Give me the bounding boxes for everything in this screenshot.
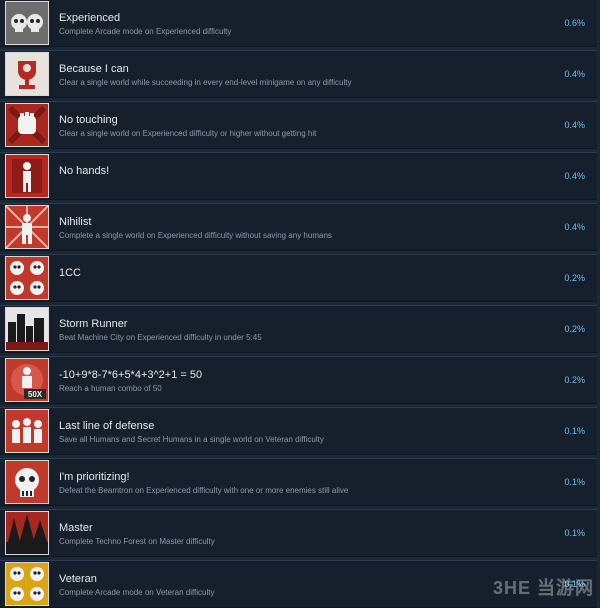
achievement-description: Save all Humans and Secret Humans in a s… [59, 435, 324, 444]
achievement-title: 1CC [59, 267, 82, 279]
achievement-percent: 0.1% [564, 477, 585, 487]
achievement-row[interactable]: Storm Runner Beat Machine City on Experi… [0, 305, 597, 353]
achievement-title: Last line of defense [59, 420, 155, 432]
fist-icon [5, 103, 49, 147]
achievement-title: I'm prioritizing! [59, 471, 130, 483]
achievement-title: Nihilist [59, 216, 92, 228]
achievement-row[interactable]: No hands! 0.4% [0, 152, 597, 200]
achievement-title: -10+9*8-7*6+5*4+3^2+1 = 50 [59, 369, 203, 381]
achievement-description: Beat Machine City on Experienced difficu… [59, 333, 262, 342]
achievement-percent: 0.6% [564, 18, 585, 28]
achievement-description: Complete Techno Forest on Master difficu… [59, 537, 215, 546]
achievement-row[interactable]: Experienced Complete Arcade mode on Expe… [0, 0, 597, 47]
achievement-percent: 0.4% [564, 120, 585, 130]
achievement-row[interactable]: I'm prioritizing! Defeat the Beamtron on… [0, 458, 597, 506]
achievement-description: Complete a single world on Experienced d… [59, 231, 332, 240]
combo-50-icon: 50X [5, 358, 49, 402]
achievement-row[interactable]: 50X -10+9*8-7*6+5*4+3^2+1 = 50 Reach a h… [0, 356, 597, 404]
achievement-title: Storm Runner [59, 318, 128, 330]
trophy-icon [5, 52, 49, 96]
achievement-row[interactable]: Because I can Clear a single world while… [0, 50, 597, 98]
site-watermark: 3HE 当游网 [492, 578, 594, 598]
achievement-percent: 0.2% [564, 273, 585, 283]
achievement-title: Because I can [59, 63, 129, 75]
figure-rays-icon [5, 205, 49, 249]
achievement-row[interactable]: No touching Clear a single world on Expe… [0, 101, 597, 149]
humans-group-icon [5, 409, 49, 453]
achievement-row[interactable]: Master Complete Techno Forest on Master … [0, 509, 597, 557]
achievement-row[interactable]: Last line of defense Save all Humans and… [0, 407, 597, 455]
achievement-percent: 0.4% [564, 69, 585, 79]
achievement-description: Clear a single world on Experienced diff… [59, 129, 317, 138]
robot-skull-icon [5, 460, 49, 504]
achievement-row[interactable]: 1CC 0.2% [0, 254, 597, 302]
achievement-description: Reach a human combo of 50 [59, 384, 162, 393]
city-icon [5, 307, 49, 351]
four-skulls-icon [5, 256, 49, 300]
achievement-description: Defeat the Beamtron on Experienced diffi… [59, 486, 349, 495]
achievement-row[interactable]: Nihilist Complete a single world on Expe… [0, 203, 597, 251]
skulls-icon [5, 1, 49, 45]
achievement-percent: 0.1% [564, 528, 585, 538]
achievement-title: No hands! [59, 165, 110, 177]
achievement-title: Master [59, 522, 93, 534]
achievement-title: Experienced [59, 12, 121, 24]
achievement-percent: 0.4% [564, 222, 585, 232]
achievement-description: Complete Arcade mode on Veteran difficul… [59, 588, 215, 597]
achievement-percent: 0.2% [564, 324, 585, 334]
achievement-percent: 0.2% [564, 375, 585, 385]
achievement-list: Experienced Complete Arcade mode on Expe… [0, 0, 600, 608]
gold-skulls-icon [5, 562, 49, 606]
forest-icon [5, 511, 49, 555]
achievement-percent: 0.1% [564, 426, 585, 436]
achievement-title: No touching [59, 114, 118, 126]
achievement-description: Clear a single world while succeeding in… [59, 78, 352, 87]
armless-figure-icon [5, 154, 49, 198]
svg-text:50X: 50X [28, 390, 43, 399]
achievement-percent: 0.4% [564, 171, 585, 181]
achievement-description: Complete Arcade mode on Experienced diff… [59, 27, 232, 36]
achievement-title: Veteran [59, 573, 97, 585]
